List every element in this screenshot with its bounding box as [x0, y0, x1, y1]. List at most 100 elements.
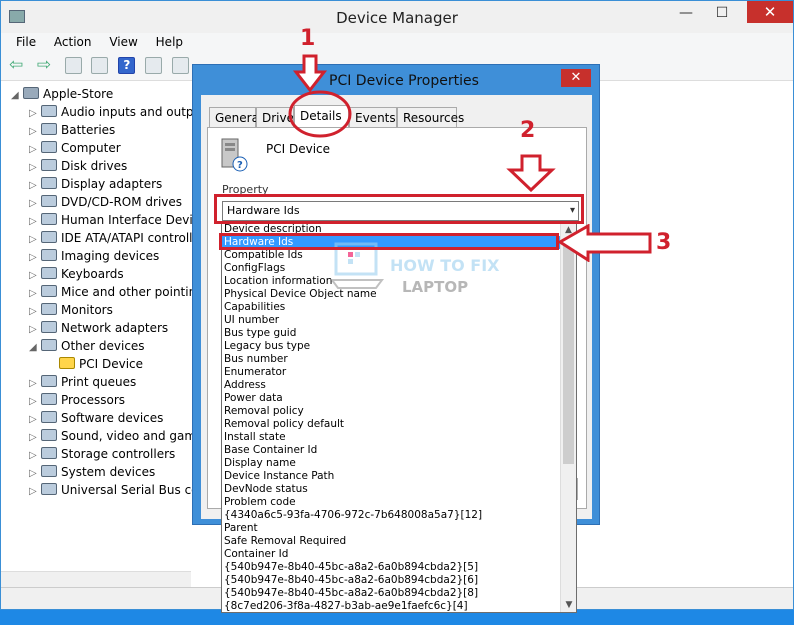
- expand-toggle-icon[interactable]: ▷: [29, 267, 41, 283]
- tree-node[interactable]: ▷ Batteries: [11, 121, 201, 139]
- tree-node[interactable]: ▷ Computer: [11, 139, 201, 157]
- expand-toggle-icon[interactable]: ▷: [29, 123, 41, 139]
- menu-view[interactable]: View: [102, 33, 144, 51]
- dropdown-option[interactable]: Device Instance Path: [222, 470, 560, 483]
- menu-help[interactable]: Help: [149, 33, 190, 51]
- tree-node[interactable]: ▷ Network adapters: [11, 319, 201, 337]
- tab-resources[interactable]: Resources: [397, 107, 464, 127]
- tree-node[interactable]: ▷ Mice and other pointing devices: [11, 283, 201, 301]
- tree-node[interactable]: ▷ Storage controllers: [11, 445, 201, 463]
- expand-toggle-icon[interactable]: ▷: [29, 375, 41, 391]
- tree-node-label: Disk drives: [61, 159, 128, 173]
- properties-icon[interactable]: [91, 57, 109, 74]
- tree-node[interactable]: ▷ Sound, video and game controllers: [11, 427, 201, 445]
- tree-node[interactable]: ▷ System devices: [11, 463, 201, 481]
- dropdown-option[interactable]: Legacy bus type: [222, 340, 560, 353]
- dropdown-option[interactable]: {540b947e-8b40-45bc-a8a2-6a0b894cbda2}[8…: [222, 587, 560, 600]
- dropdown-option[interactable]: Problem code: [222, 496, 560, 509]
- minimize-button[interactable]: —: [671, 1, 701, 27]
- tree-node-label: Software devices: [61, 411, 164, 425]
- dropdown-option[interactable]: Container Id: [222, 548, 560, 561]
- device-category-icon: [41, 141, 57, 153]
- expand-toggle-icon[interactable]: ▷: [29, 141, 41, 157]
- expand-toggle-icon[interactable]: ◢: [11, 87, 23, 103]
- expand-toggle-icon[interactable]: ▷: [29, 159, 41, 175]
- tree-node[interactable]: ◢ Apple-Store: [11, 85, 201, 103]
- expand-toggle-icon[interactable]: ▷: [29, 393, 41, 409]
- dropdown-option[interactable]: Removal policy: [222, 405, 560, 418]
- close-button[interactable]: ✕: [747, 1, 793, 23]
- tree-node[interactable]: ▷ Software devices: [11, 409, 201, 427]
- tree-node[interactable]: ▷ Display adapters: [11, 175, 201, 193]
- expand-toggle-icon[interactable]: ▷: [29, 231, 41, 247]
- help-icon[interactable]: ?: [118, 57, 136, 74]
- dropdown-option[interactable]: Power data: [222, 392, 560, 405]
- expand-toggle-icon[interactable]: ▷: [29, 285, 41, 301]
- horizontal-scrollbar[interactable]: [1, 571, 191, 587]
- dropdown-option[interactable]: Bus number: [222, 353, 560, 366]
- menu-action[interactable]: Action: [47, 33, 99, 51]
- annotation-number-3: 3: [656, 230, 672, 255]
- dropdown-option[interactable]: Base Container Id: [222, 444, 560, 457]
- dropdown-option[interactable]: UI number: [222, 314, 560, 327]
- maximize-button[interactable]: ☐: [707, 1, 737, 27]
- dropdown-option[interactable]: {540b947e-8b40-45bc-a8a2-6a0b894cbda2}[5…: [222, 561, 560, 574]
- expand-toggle-icon[interactable]: ◢: [29, 339, 41, 355]
- scroll-thumb[interactable]: [563, 239, 574, 464]
- expand-toggle-icon[interactable]: ▷: [29, 429, 41, 445]
- tree-node[interactable]: ▷ Keyboards: [11, 265, 201, 283]
- menu-file[interactable]: File: [9, 33, 43, 51]
- dropdown-option[interactable]: DevNode status: [222, 483, 560, 496]
- tree-node[interactable]: PCI Device: [11, 355, 201, 373]
- tree-node-label: DVD/CD-ROM drives: [61, 195, 183, 209]
- dropdown-option[interactable]: Removal policy default: [222, 418, 560, 431]
- device-category-icon: [41, 249, 57, 261]
- dropdown-option[interactable]: {4340a6c5-93fa-4706-972c-7b648008a5a7}[1…: [222, 509, 560, 522]
- tree-node[interactable]: ▷ IDE ATA/ATAPI controllers: [11, 229, 201, 247]
- dropdown-option[interactable]: Capabilities: [222, 301, 560, 314]
- tree-node[interactable]: ▷ Audio inputs and outputs: [11, 103, 201, 121]
- dropdown-option[interactable]: {8c7ed206-3f8a-4827-b3ab-ae9e1faefc6c}[4…: [222, 600, 560, 612]
- tree-node[interactable]: ▷ Monitors: [11, 301, 201, 319]
- dropdown-option[interactable]: Install state: [222, 431, 560, 444]
- show-hide-console-icon[interactable]: [64, 57, 82, 74]
- console-view-icon[interactable]: [145, 57, 163, 74]
- dropdown-option[interactable]: Enumerator: [222, 366, 560, 379]
- dropdown-scrollbar[interactable]: ▲ ▼: [560, 223, 576, 612]
- pci-device-icon: ?: [221, 138, 248, 172]
- dropdown-option[interactable]: Address: [222, 379, 560, 392]
- tree-node-label: Imaging devices: [61, 249, 160, 263]
- expand-toggle-icon[interactable]: ▷: [29, 321, 41, 337]
- tree-node[interactable]: ▷ Disk drives: [11, 157, 201, 175]
- expand-toggle-icon[interactable]: ▷: [29, 105, 41, 121]
- back-arrow-icon[interactable]: ⇦: [9, 57, 27, 74]
- expand-toggle-icon[interactable]: ▷: [29, 465, 41, 481]
- expand-toggle-icon[interactable]: ▷: [29, 249, 41, 265]
- dropdown-option[interactable]: Safe Removal Required: [222, 535, 560, 548]
- dialog-close-button[interactable]: ✕: [561, 69, 591, 87]
- expand-toggle-icon[interactable]: ▷: [29, 447, 41, 463]
- expand-toggle-icon[interactable]: ▷: [29, 195, 41, 211]
- tree-node[interactable]: ▷ DVD/CD-ROM drives: [11, 193, 201, 211]
- expand-toggle-icon[interactable]: ▷: [29, 213, 41, 229]
- tab-general[interactable]: General: [209, 107, 262, 127]
- dropdown-option[interactable]: {540b947e-8b40-45bc-a8a2-6a0b894cbda2}[6…: [222, 574, 560, 587]
- dropdown-option[interactable]: Bus type guid: [222, 327, 560, 340]
- scroll-down-icon[interactable]: ▼: [561, 598, 576, 612]
- tree-node[interactable]: ▷ Imaging devices: [11, 247, 201, 265]
- expand-toggle-icon[interactable]: ▷: [29, 411, 41, 427]
- expand-toggle-icon[interactable]: ▷: [29, 177, 41, 193]
- tree-node[interactable]: ▷ Print queues: [11, 373, 201, 391]
- scan-hardware-icon[interactable]: [171, 57, 189, 74]
- device-category-icon: [41, 393, 57, 405]
- tab-events[interactable]: Events: [349, 107, 397, 127]
- tree-node[interactable]: ▷ Universal Serial Bus controllers: [11, 481, 201, 499]
- expand-toggle-icon[interactable]: ▷: [29, 303, 41, 319]
- dropdown-option[interactable]: Parent: [222, 522, 560, 535]
- tree-node[interactable]: ◢ Other devices: [11, 337, 201, 355]
- forward-arrow-icon[interactable]: ⇨: [37, 57, 55, 74]
- tree-node[interactable]: ▷ Processors: [11, 391, 201, 409]
- tree-node[interactable]: ▷ Human Interface Devices: [11, 211, 201, 229]
- dropdown-option[interactable]: Display name: [222, 457, 560, 470]
- expand-toggle-icon[interactable]: ▷: [29, 483, 41, 499]
